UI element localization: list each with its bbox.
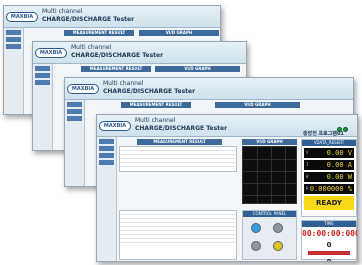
sidebar-button[interactable] (99, 160, 114, 165)
title-line2: CHARGE/DISCHARGE Tester (135, 125, 228, 132)
readout-panel: VDATA_RESERT V 0.00 V I 0.00 A W 0.00 W … (301, 139, 357, 217)
title-line2: CHARGE/DISCHARGE Tester (42, 16, 135, 23)
reset-label[interactable]: VDATA_RESERT (302, 140, 356, 146)
sidebar-button[interactable] (6, 37, 21, 42)
measurement-title: MEASUREMENT RESULT (137, 139, 222, 145)
graph-title: VI/D GRAPH (215, 102, 300, 108)
logo: MAXBIA (99, 121, 131, 131)
elapsed-time: 00:00:00:000 (302, 229, 358, 238)
measurement-title: MEASUREMENT RESULT (64, 30, 134, 36)
current-readout: I 0.00 A (304, 160, 354, 170)
count-bar (308, 251, 350, 255)
sidebar-button[interactable] (6, 44, 21, 49)
title-line1: Multi channel (42, 8, 83, 15)
sidebar-button[interactable] (99, 146, 114, 151)
logo: MAXBIA (6, 12, 38, 22)
sidebar (33, 64, 53, 150)
play-button[interactable] (251, 223, 261, 233)
graph-canvas (242, 146, 297, 204)
sidebar-button[interactable] (67, 102, 82, 107)
control-panel: CONTROL PANEL (242, 210, 297, 260)
title-line1: Multi channel (135, 117, 176, 124)
stacked-screenshots: MAXBIA Multi channel CHARGE/DISCHARGE Te… (0, 0, 362, 265)
voltage-readout: V 0.00 V (304, 148, 354, 158)
time-title: TIME (302, 221, 356, 227)
sidebar-button[interactable] (99, 139, 114, 144)
sidebar-button[interactable] (99, 153, 114, 158)
logo: MAXBIA (35, 48, 67, 58)
sidebar-button[interactable] (67, 116, 82, 121)
graph-title: VI/D GRAPH (242, 139, 297, 145)
logo: MAXBIA (67, 84, 99, 94)
header: MAXBIA Multi channel CHARGE/DISCHARGE Te… (4, 6, 220, 28)
sidebar-button[interactable] (35, 80, 50, 85)
time-panel: TIME 00:00:00:000 0 0 (301, 220, 358, 262)
stop-button[interactable] (273, 223, 283, 233)
sidebar (97, 137, 117, 261)
measurement-title: MEASUREMENT RESULT (121, 102, 191, 108)
status-ready: READY (304, 196, 354, 210)
count-1: 0 (326, 241, 332, 249)
graph-title: VI/D GRAPH (139, 30, 219, 36)
title-line1: Multi channel (103, 80, 144, 87)
sidebar (4, 28, 24, 114)
sidebar-button[interactable] (35, 73, 50, 78)
count-2: 0 (326, 258, 332, 262)
header: MAXBIA Multi channel CHARGE/DISCHARGE Te… (33, 42, 246, 64)
power-readout: W 0.00 W (304, 172, 354, 182)
sidebar-button[interactable] (6, 30, 21, 35)
program-table (119, 210, 237, 260)
graph-title: VI/D GRAPH (155, 66, 240, 72)
program-name: 충방전 프로그램01 (303, 131, 344, 137)
title-line2: CHARGE/DISCHARGE Tester (71, 52, 164, 59)
sidebar (65, 100, 85, 186)
app-window-front: MAXBIA Multi channel CHARGE/DISCHARGE Te… (96, 114, 358, 262)
title-line2: CHARGE/DISCHARGE Tester (103, 88, 196, 95)
pause-button[interactable] (251, 241, 261, 251)
reset-button[interactable] (273, 241, 283, 251)
measurement-table (119, 146, 237, 172)
sidebar-button[interactable] (67, 109, 82, 114)
percent-readout: R 0.000000 % (304, 184, 354, 194)
sidebar-button[interactable] (35, 66, 50, 71)
title-line1: Multi channel (71, 44, 112, 51)
header: MAXBIA Multi channel CHARGE/DISCHARGE Te… (65, 78, 353, 100)
control-title: CONTROL PANEL (243, 211, 296, 217)
measurement-title: MEASUREMENT RESULT (81, 66, 151, 72)
